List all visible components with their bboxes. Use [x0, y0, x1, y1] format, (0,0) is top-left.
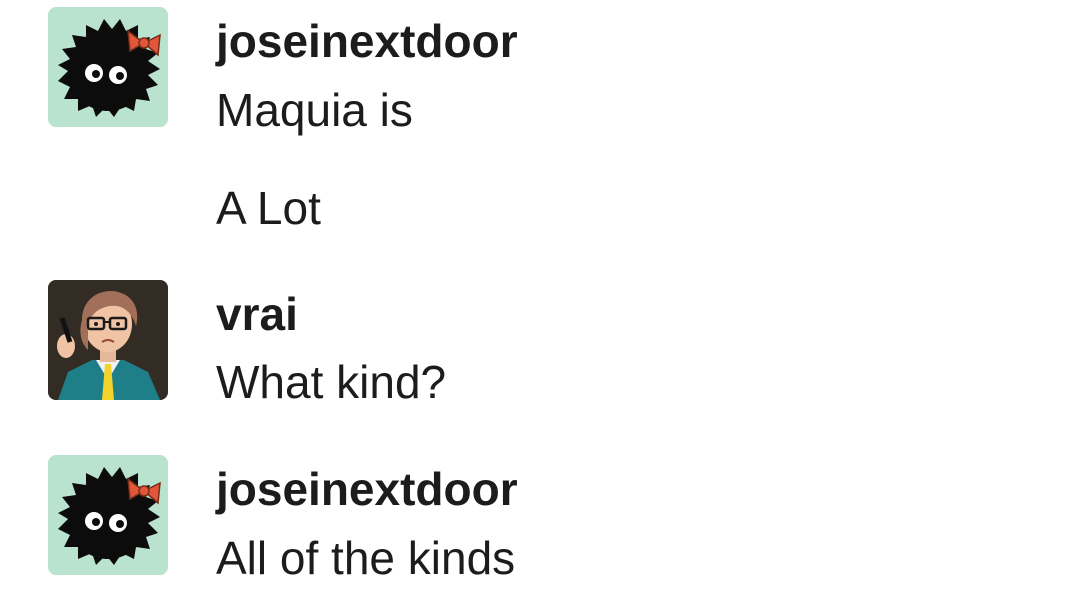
username-vrai[interactable]: vrai — [216, 286, 298, 342]
illustrated-person-with-glasses-icon — [48, 280, 168, 400]
soot-sprite-with-bow-icon — [48, 455, 168, 575]
message-text: Maquia is — [216, 84, 413, 136]
message-text: What kind? — [216, 356, 447, 408]
avatar-joseinextdoor[interactable] — [48, 7, 168, 127]
message-text: All of the kinds — [216, 532, 516, 584]
message-text: A Lot — [216, 182, 321, 234]
avatar-vrai[interactable] — [48, 280, 168, 400]
avatar-joseinextdoor[interactable] — [48, 455, 168, 575]
username-joseinextdoor[interactable]: joseinextdoor — [216, 461, 518, 517]
soot-sprite-with-bow-icon — [48, 7, 168, 127]
username-joseinextdoor[interactable]: joseinextdoor — [216, 13, 518, 69]
